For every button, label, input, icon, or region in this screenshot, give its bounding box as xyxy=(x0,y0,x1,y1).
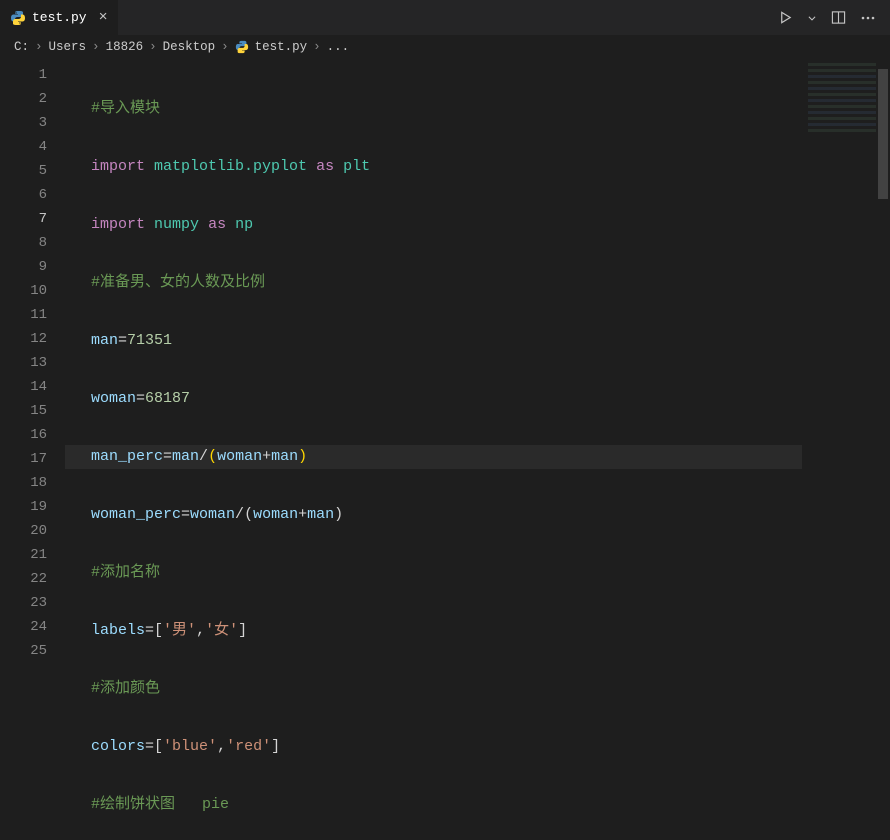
chevron-right-icon: › xyxy=(313,40,321,54)
scrollbar-vertical[interactable] xyxy=(876,59,890,840)
tabs-bar: test.py × xyxy=(0,0,890,35)
line-number: 3 xyxy=(0,111,65,135)
code-line: import matplotlib.pyplot as plt xyxy=(65,155,802,179)
code-line: woman=68187 xyxy=(65,387,802,411)
line-number: 21 xyxy=(0,543,65,567)
line-number: 16 xyxy=(0,423,65,447)
chevron-right-icon: › xyxy=(92,40,100,54)
code-line: labels=['男','女'] xyxy=(65,619,802,643)
code-line: #添加名称 xyxy=(65,561,802,585)
code-line: #绘制饼状图 pie xyxy=(65,793,802,817)
code-line: #添加颜色 xyxy=(65,677,802,701)
editor: 1 2 3 4 5 6 7 8 9 10 11 12 13 14 15 16 1… xyxy=(0,59,890,840)
line-number: 15 xyxy=(0,399,65,423)
run-icon[interactable] xyxy=(778,10,793,25)
line-number: 24 xyxy=(0,615,65,639)
line-number: 25 xyxy=(0,639,65,663)
minimap-canvas xyxy=(808,63,884,141)
line-number: 22 xyxy=(0,567,65,591)
line-number: 4 xyxy=(0,135,65,159)
crumb-users[interactable]: Users xyxy=(49,40,87,54)
code-area[interactable]: #导入模块 import matplotlib.pyplot as plt im… xyxy=(65,59,802,840)
line-number: 9 xyxy=(0,255,65,279)
chevron-right-icon: › xyxy=(35,40,43,54)
line-number: 20 xyxy=(0,519,65,543)
line-number: 18 xyxy=(0,471,65,495)
line-number: 19 xyxy=(0,495,65,519)
chevron-right-icon: › xyxy=(149,40,157,54)
line-number: 13 xyxy=(0,351,65,375)
line-number: 23 xyxy=(0,591,65,615)
code-line: #准备男、女的人数及比例 xyxy=(65,271,802,295)
code-line: import numpy as np xyxy=(65,213,802,237)
crumb-c[interactable]: C: xyxy=(14,40,29,54)
line-number: 1 xyxy=(0,63,65,87)
more-icon[interactable] xyxy=(860,10,876,26)
line-number: 5 xyxy=(0,159,65,183)
crumb-file[interactable]: test.py xyxy=(255,40,308,54)
line-number: 11 xyxy=(0,303,65,327)
crumb-desktop[interactable]: Desktop xyxy=(163,40,216,54)
line-number: 2 xyxy=(0,87,65,111)
close-icon[interactable]: × xyxy=(99,10,108,25)
python-icon xyxy=(10,10,26,26)
tab-testpy[interactable]: test.py × xyxy=(0,0,119,35)
code-line: woman_perc=woman/(woman+man) xyxy=(65,503,802,527)
breadcrumb: C: › Users › 18826 › Desktop › test.py ›… xyxy=(0,35,890,59)
crumb-more[interactable]: ... xyxy=(327,40,350,54)
code-line: #导入模块 xyxy=(65,97,802,121)
line-number: 12 xyxy=(0,327,65,351)
line-number: 17 xyxy=(0,447,65,471)
line-number-gutter: 1 2 3 4 5 6 7 8 9 10 11 12 13 14 15 16 1… xyxy=(0,59,65,840)
line-number: 6 xyxy=(0,183,65,207)
line-number: 7 xyxy=(0,207,65,231)
code-line: colors=['blue','red'] xyxy=(65,735,802,759)
tab-label: test.py xyxy=(32,10,87,25)
tab-actions xyxy=(778,10,890,26)
code-line: man=71351 xyxy=(65,329,802,353)
crumb-18826[interactable]: 18826 xyxy=(106,40,144,54)
scrollbar-thumb[interactable] xyxy=(878,69,888,199)
split-editor-icon[interactable] xyxy=(831,10,846,25)
line-number: 14 xyxy=(0,375,65,399)
line-number: 8 xyxy=(0,231,65,255)
chevron-right-icon: › xyxy=(221,40,229,54)
python-icon xyxy=(235,40,249,54)
line-number: 10 xyxy=(0,279,65,303)
chevron-down-icon[interactable] xyxy=(807,13,817,23)
code-line: man_perc=man/(woman+man) xyxy=(65,445,802,469)
